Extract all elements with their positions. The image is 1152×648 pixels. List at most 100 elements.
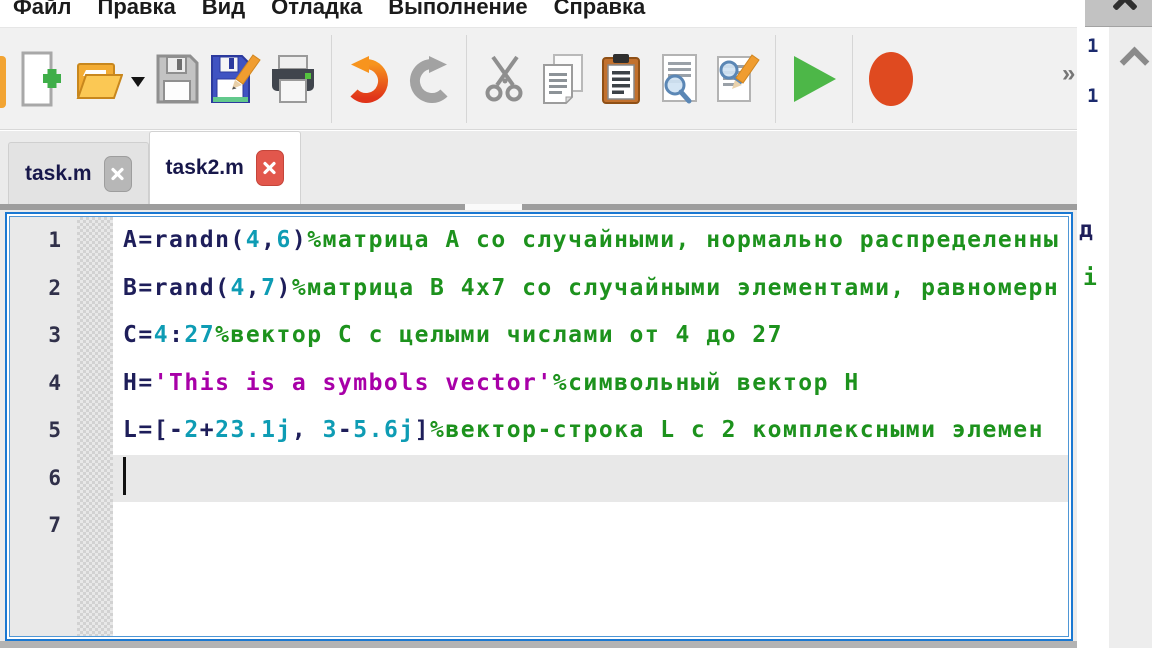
toolbar-separator [331, 35, 332, 123]
tab-label: task.m [25, 162, 92, 186]
menu-item-4[interactable]: Отладка [258, 0, 375, 27]
margin-glyph: 1 [1087, 35, 1098, 57]
background-window-strip: 1 1 д i [1077, 27, 1109, 648]
record-button[interactable] [862, 37, 920, 121]
find-button[interactable] [650, 37, 708, 121]
code-segment-number: 5.6j [353, 417, 414, 443]
code-line-1[interactable]: A=randn(4,6)%матрица A со случайными, но… [113, 217, 1068, 265]
save-as-button[interactable] [206, 37, 264, 121]
line-number-6[interactable]: 6 [10, 455, 77, 503]
line-number-1[interactable]: 1 [10, 217, 77, 265]
tab-close-button[interactable] [104, 156, 132, 192]
code-segment-code: B=rand( [123, 275, 230, 301]
tab-close-button[interactable] [256, 150, 284, 186]
code-segment-comment: %матрица A со случайными, нормально расп… [307, 227, 1059, 253]
print-button[interactable] [264, 37, 322, 121]
code-segment-code: ] [415, 417, 430, 443]
menu-item-3[interactable]: Вид [189, 0, 258, 27]
save-icon [154, 53, 200, 105]
tab-task.m[interactable]: task.m [8, 142, 149, 204]
code-segment-string: 'This is a symbols vector' [154, 370, 553, 396]
save-button[interactable] [148, 37, 206, 121]
code-segment-code: L=[- [123, 417, 184, 443]
clipped-icon-fragment [0, 56, 6, 108]
code-segment-number: 7 [261, 275, 276, 301]
copy-button[interactable] [534, 37, 592, 121]
tab-bar-separator [0, 204, 1077, 210]
tab-bar-separator-gap [465, 204, 522, 210]
line-number-3[interactable]: 3 [10, 312, 77, 360]
toolbar-separator [852, 35, 853, 123]
breakpoint-margin[interactable] [77, 217, 113, 636]
background-panel-strip [1109, 27, 1152, 648]
menu-item-1[interactable]: Файл [0, 0, 85, 27]
code-segment-code: H= [123, 370, 154, 396]
code-line-2[interactable]: B=rand(4,7)%матрица B 4x7 со случайными … [113, 265, 1068, 313]
code-segment-number: 4 [230, 275, 245, 301]
tab-label: task2.m [166, 156, 244, 180]
run-icon [789, 53, 839, 105]
close-icon[interactable] [1110, 0, 1140, 13]
open-file-icon [75, 56, 123, 102]
save-as-icon [209, 53, 261, 105]
line-number-5[interactable]: 5 [10, 407, 77, 455]
window-control-box[interactable] [1085, 0, 1152, 27]
code-segment-number: 27 [184, 322, 215, 348]
code-segment-code: A=randn( [123, 227, 246, 253]
toolbar-separator [466, 35, 467, 123]
paste-button[interactable] [592, 37, 650, 121]
menu-item-5[interactable]: Выполнение [375, 0, 540, 27]
code-segment-number: 3 [323, 417, 338, 443]
tab-task2.m[interactable]: task2.m [149, 131, 301, 204]
chevron-up-icon[interactable] [1120, 47, 1150, 77]
octave-editor-window: ФайлПравкаВидОтладкаВыполнениеСправка [0, 0, 1152, 648]
new-script-button[interactable] [12, 37, 70, 121]
code-segment-number: 2 [184, 417, 199, 443]
code-segment-comment: %вектор-строка L с 2 комплексными элемен [430, 417, 1044, 443]
menu-bar: ФайлПравкаВидОтладкаВыполнениеСправка [0, 0, 1085, 28]
redo-button[interactable] [399, 37, 457, 121]
code-segment-number: 4 [154, 322, 169, 348]
undo-icon [344, 55, 396, 103]
code-editor-inner: 1234567 A=randn(4,6)%матрица A со случай… [9, 216, 1069, 637]
toolbar [0, 28, 1085, 130]
code-line-6[interactable] [113, 455, 1068, 503]
code-segment-comment: %вектор C с целыми числами от 4 до 27 [215, 322, 783, 348]
toolbar-separator [775, 35, 776, 123]
code-line-7[interactable] [113, 502, 1068, 550]
code-line-3[interactable]: C=4:27%вектор C с целыми числами от 4 до… [113, 312, 1068, 360]
print-icon [268, 54, 318, 104]
record-icon [867, 50, 915, 108]
code-segment-code: - [338, 417, 353, 443]
code-line-4[interactable]: H='This is a symbols vector'%символьный … [113, 360, 1068, 408]
code-segment-code: , [261, 227, 276, 253]
menu-item-2[interactable]: Правка [85, 0, 189, 27]
find-replace-button[interactable] [708, 37, 766, 121]
undo-button[interactable] [341, 37, 399, 121]
code-segment-number: 23.1j [215, 417, 292, 443]
code-segment-code: ) [277, 275, 292, 301]
menu-item-6[interactable]: Справка [541, 0, 659, 27]
code-text-area[interactable]: A=randn(4,6)%матрица A со случайными, но… [113, 217, 1068, 636]
code-line-5[interactable]: L=[-2+23.1j, 3-5.6j]%вектор-строка L с 2… [113, 407, 1068, 455]
cut-button[interactable] [476, 37, 534, 121]
code-segment-code: + [200, 417, 215, 443]
toolbar-overflow-button[interactable]: » [1062, 60, 1073, 88]
code-segment-code: : [169, 322, 184, 348]
margin-glyph: 1 [1087, 85, 1098, 107]
line-number-7[interactable]: 7 [10, 502, 77, 550]
find-replace-icon [714, 53, 760, 105]
open-file-button[interactable] [70, 37, 128, 121]
paste-icon [600, 53, 642, 105]
open-file-dropdown-button[interactable] [128, 37, 148, 121]
text-cursor [123, 457, 126, 495]
tab-close-x-icon [110, 166, 125, 182]
find-icon [659, 53, 699, 105]
line-number-4[interactable]: 4 [10, 360, 77, 408]
cut-icon [482, 54, 528, 104]
run-button[interactable] [785, 37, 843, 121]
line-number-2[interactable]: 2 [10, 265, 77, 313]
code-editor: 1234567 A=randn(4,6)%матрица A со случай… [5, 212, 1073, 641]
open-file-dropdown-caret [131, 77, 145, 94]
margin-glyph: i [1083, 265, 1097, 291]
